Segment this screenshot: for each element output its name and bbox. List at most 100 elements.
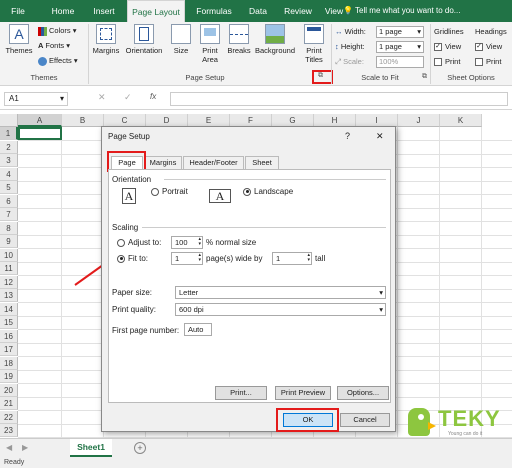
row-header[interactable]: 10: [0, 248, 18, 262]
add-sheet-icon[interactable]: +: [134, 442, 146, 454]
row-header[interactable]: 23: [0, 424, 18, 437]
radio-on-icon: [243, 187, 251, 196]
gridlines-print-checkbox[interactable]: Print: [434, 55, 460, 69]
row-header[interactable]: 18: [0, 356, 18, 370]
help-button[interactable]: ?: [345, 131, 350, 141]
row-header[interactable]: 3: [0, 154, 18, 167]
height-select[interactable]: 1 page ▾: [376, 41, 424, 53]
scroll-left-icon[interactable]: ◀: [6, 443, 12, 452]
print-quality-select[interactable]: 600 dpi ▾: [175, 303, 386, 316]
tab-sheet[interactable]: Sheet: [245, 156, 279, 169]
orientation-icon: [134, 24, 154, 44]
enter-icon[interactable]: ✓: [124, 92, 132, 103]
active-cell-a1[interactable]: [18, 127, 62, 140]
row-header[interactable]: 6: [0, 194, 18, 208]
fit-to-radio[interactable]: Fit to:: [117, 254, 148, 263]
width-label: ↔ Width:: [335, 27, 366, 36]
orientation-button[interactable]: Orientation: [122, 24, 166, 55]
tell-me-box[interactable]: 💡 Tell me what you want to do...: [343, 0, 460, 22]
row-header[interactable]: 16: [0, 329, 18, 343]
paper-size-select[interactable]: Letter ▾: [175, 286, 386, 299]
row-header[interactable]: 13: [0, 289, 18, 302]
spinner-icon: ▴ ▾: [307, 252, 310, 263]
column-header[interactable]: A: [18, 114, 62, 127]
margins-icon: [96, 24, 116, 44]
colors-icon: [38, 26, 47, 36]
size-button[interactable]: Size: [170, 24, 192, 55]
tab-header-footer[interactable]: Header/Footer: [183, 156, 244, 169]
print-button[interactable]: Print...: [215, 386, 267, 400]
colors-button[interactable]: Colors ▾: [38, 24, 77, 38]
width-select[interactable]: 1 page ▾: [376, 26, 424, 38]
formula-input[interactable]: [170, 92, 508, 106]
portrait-radio[interactable]: Portrait: [151, 187, 188, 196]
landscape-radio[interactable]: Landscape: [243, 187, 293, 196]
fit-tall-input[interactable]: 1 ▴ ▾: [272, 252, 312, 265]
tell-me-text: Tell me what you want to do...: [355, 6, 461, 15]
tab-margins[interactable]: Margins: [144, 156, 182, 169]
print-titles-button[interactable]: Print Titles: [300, 24, 328, 64]
scale-spinner[interactable]: 100%: [376, 56, 424, 68]
fx-icon[interactable]: fx: [150, 92, 156, 101]
gridlines-view-checkbox[interactable]: ✓ View: [434, 40, 461, 54]
print-area-button[interactable]: Print Area: [196, 24, 224, 64]
row-header[interactable]: 7: [0, 208, 18, 221]
tab-insert[interactable]: Insert: [86, 0, 122, 22]
headings-print-checkbox[interactable]: Print: [475, 55, 501, 69]
column-header[interactable]: K: [440, 114, 482, 127]
gridlines-label: Gridlines: [434, 27, 464, 36]
name-box[interactable]: A1 ▾: [4, 92, 68, 106]
row-header[interactable]: 22: [0, 410, 18, 424]
tab-file[interactable]: File: [4, 0, 32, 22]
tab-formulas[interactable]: Formulas: [191, 0, 237, 22]
row-header[interactable]: 20: [0, 383, 18, 397]
scroll-right-icon[interactable]: ▶: [22, 443, 28, 452]
row-header[interactable]: 15: [0, 316, 18, 329]
scale-launcher-icon[interactable]: ⧉: [422, 73, 427, 81]
row-header[interactable]: 12: [0, 275, 18, 289]
first-page-number-input[interactable]: Auto: [184, 323, 212, 336]
margins-button[interactable]: Margins: [90, 24, 122, 55]
adjust-to-radio[interactable]: Adjust to:: [117, 238, 161, 247]
row-header[interactable]: 4: [0, 167, 18, 181]
ribbon-separator: [430, 24, 431, 84]
fonts-label: Fonts: [45, 41, 65, 50]
row-header[interactable]: 5: [0, 181, 18, 194]
row-header[interactable]: 8: [0, 221, 18, 235]
tab-page-layout[interactable]: Page Layout: [127, 0, 185, 22]
print-preview-button[interactable]: Print Preview: [275, 386, 331, 400]
tab-review[interactable]: Review: [280, 0, 316, 22]
fonts-button[interactable]: A Fonts ▾: [38, 39, 70, 53]
cancel-button[interactable]: Cancel: [340, 413, 390, 427]
column-header[interactable]: B: [62, 114, 104, 127]
cancel-icon[interactable]: ✕: [98, 92, 106, 103]
adjust-to-input[interactable]: 100 ▴ ▾: [171, 236, 203, 249]
breaks-button[interactable]: Breaks: [226, 24, 252, 55]
formula-bar: A1 ▾ ✕ ✓ fx: [0, 88, 512, 110]
row-header[interactable]: 9: [0, 235, 18, 248]
select-all-corner[interactable]: [0, 114, 18, 127]
row-header[interactable]: 1: [0, 127, 18, 140]
background-button[interactable]: Background: [252, 24, 298, 55]
gridline-vertical: [397, 127, 398, 438]
tab-home[interactable]: Home: [46, 0, 80, 22]
row-header[interactable]: 2: [0, 140, 18, 154]
row-header[interactable]: 21: [0, 397, 18, 410]
gridline-vertical: [481, 127, 482, 438]
width-icon: ↔: [335, 27, 343, 36]
effects-button[interactable]: Effects ▾: [38, 54, 78, 68]
row-header[interactable]: 17: [0, 343, 18, 356]
row-header[interactable]: 19: [0, 370, 18, 383]
column-header[interactable]: J: [398, 114, 440, 127]
themes-button[interactable]: A Themes: [4, 24, 34, 55]
headings-view-checkbox[interactable]: ✓ View: [475, 40, 502, 54]
tab-data[interactable]: Data: [244, 0, 272, 22]
row-header[interactable]: 11: [0, 262, 18, 275]
close-icon[interactable]: ✕: [376, 131, 384, 142]
fit-wide-input[interactable]: 1 ▴ ▾: [171, 252, 203, 265]
status-text: Ready: [4, 459, 25, 466]
background-icon: [265, 24, 285, 44]
row-header[interactable]: 14: [0, 302, 18, 316]
sheet-tab-sheet1[interactable]: Sheet1: [70, 439, 112, 457]
options-button[interactable]: Options...: [337, 386, 389, 400]
